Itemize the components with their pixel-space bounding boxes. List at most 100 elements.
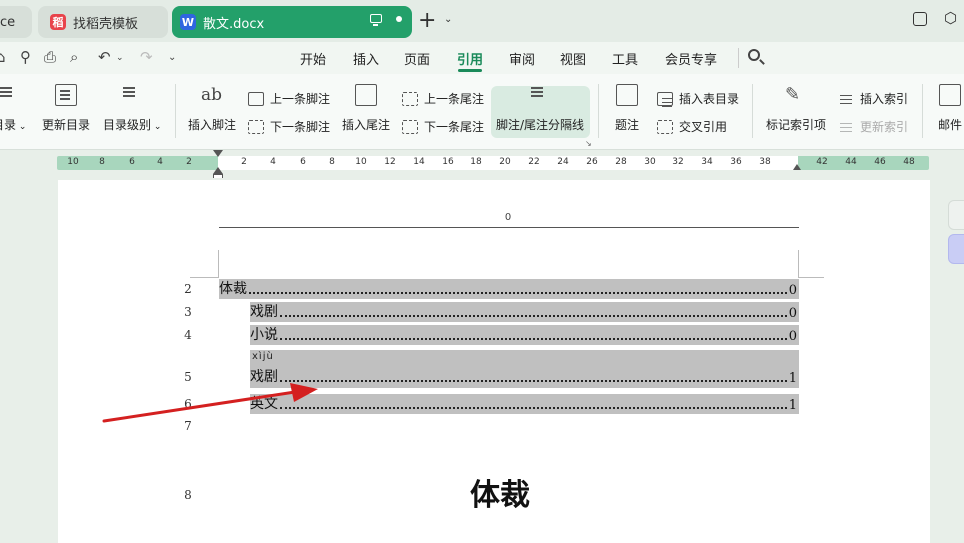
toc-entry-label: 戏剧 (250, 304, 278, 320)
prev-footnote-button[interactable]: 上一条脚注 (248, 90, 330, 107)
next-footnote-icon (248, 119, 264, 134)
window-restore-icon[interactable] (913, 12, 927, 26)
section-heading[interactable]: 体裁 (470, 470, 530, 514)
chevron-down-icon[interactable]: ⌄ (444, 14, 452, 25)
crop-mark (798, 250, 799, 277)
line-number: 8 (184, 488, 192, 502)
prev-endnote-button[interactable]: 上一条尾注 (402, 90, 484, 107)
tab-templates[interactable]: 稻 找稻壳模板 (38, 6, 168, 38)
toc-entry-page: 0 (788, 329, 797, 344)
next-footnote-button[interactable]: 下一条脚注 (248, 118, 330, 135)
mail-icon (939, 84, 961, 106)
crop-mark (798, 277, 824, 278)
next-endnote-label: 下一条尾注 (424, 120, 485, 134)
mail-button[interactable]: 邮件 (938, 84, 962, 133)
dialog-launcher-icon[interactable]: ↘ (585, 139, 592, 148)
insert-endnote-label: 插入尾注 (342, 118, 391, 132)
insert-index-button[interactable]: 插入索引 (838, 90, 908, 107)
hanging-indent-marker[interactable] (213, 167, 223, 174)
ruler-number: 8 (329, 157, 335, 167)
toc-entry-page: 0 (788, 283, 797, 298)
line-number: 4 (184, 328, 192, 342)
ruler-number: 42 (816, 157, 828, 167)
undo-dropdown-chevron-icon[interactable]: ⌄ (116, 53, 124, 63)
menu-references[interactable]: 引用 (457, 49, 483, 68)
caption-button[interactable]: 题注 (615, 84, 639, 133)
cross-reference-button[interactable]: 交叉引用 (657, 118, 727, 135)
menu-row: ⌂ ⚲ ⎙ ⌕ ↶ ⌄ ↷ ⌄ 开始 插入 页面 引用 审阅 视图 工具 会员专… (0, 42, 964, 74)
folder-icon[interactable]: ⌂ (0, 48, 6, 66)
footnote-separator-button[interactable]: 脚注/尾注分隔线 (496, 84, 584, 133)
next-endnote-icon (402, 119, 418, 134)
crop-mark (190, 277, 219, 278)
line-number: 2 (184, 282, 192, 296)
right-indent-marker[interactable] (793, 164, 801, 170)
prev-footnote-icon (248, 91, 264, 106)
toc-level-button[interactable]: 目录级别 ⌄ (103, 84, 161, 133)
ribbon-divider (175, 84, 176, 138)
side-panel-tab-active[interactable] (948, 234, 964, 264)
menu-review[interactable]: 审阅 (509, 49, 535, 68)
toc-leader (249, 292, 787, 294)
ruler-number: 36 (730, 157, 742, 167)
monitor-icon[interactable] (370, 14, 382, 26)
update-index-button[interactable]: 更新索引 (838, 118, 908, 135)
ruler-number: 26 (586, 157, 598, 167)
tab-document[interactable]: W 散文.docx (172, 6, 412, 38)
print-icon[interactable]: ⎙ (44, 48, 56, 66)
menu-home[interactable]: 开始 (300, 49, 326, 68)
menu-page[interactable]: 页面 (404, 49, 430, 68)
toc-entry[interactable]: 戏剧 1 (250, 367, 799, 387)
ruler-number: 46 (874, 157, 886, 167)
toc-entry-page: 0 (788, 306, 797, 321)
toc-entry[interactable]: 英文 1 (250, 394, 799, 414)
toc-entry[interactable]: 小说 0 (250, 325, 799, 345)
prev-footnote-label: 上一条脚注 (270, 92, 331, 106)
crop-mark (218, 250, 219, 277)
line-number: 3 (184, 305, 192, 319)
insert-table-of-figures-button[interactable]: 插入表目录 (657, 90, 739, 107)
toc-entry[interactable]: 体裁 0 (219, 279, 799, 299)
ruler-number: 2 (186, 157, 192, 167)
toc-leader (280, 407, 787, 409)
menu-member[interactable]: 会员专享 (665, 49, 717, 68)
menu-view[interactable]: 视图 (560, 49, 586, 68)
menu-tools[interactable]: 工具 (612, 49, 638, 68)
toc-button[interactable]: 目录 ⌄ (0, 84, 26, 133)
mark-index-entry-button[interactable]: ✎ 标记索引项 (766, 84, 826, 133)
insert-footnote-button[interactable]: ab 插入脚注 (188, 84, 236, 133)
search-icon[interactable] (748, 49, 760, 61)
update-toc-button[interactable]: 更新目录 (42, 84, 90, 133)
tab-partial[interactable]: ce (0, 6, 32, 38)
ruler-number: 24 (557, 157, 569, 167)
undo-icon[interactable]: ↶ (98, 48, 111, 66)
toc-entry[interactable]: 戏剧 0 (250, 302, 799, 322)
cube-icon[interactable]: ⬡ (944, 9, 958, 27)
toc-entry-label: 小说 (250, 327, 278, 343)
footnote-icon: ab (201, 85, 223, 105)
ribbon-divider (752, 84, 753, 138)
line-number: 6 (184, 397, 192, 411)
prev-endnote-label: 上一条尾注 (424, 92, 485, 106)
menu-active-indicator (458, 69, 482, 72)
new-tab-plus-icon[interactable]: + (418, 10, 436, 32)
pin-icon[interactable]: ⚲ (20, 48, 31, 66)
menu-insert[interactable]: 插入 (353, 49, 379, 68)
next-endnote-button[interactable]: 下一条尾注 (402, 118, 484, 135)
tab-label: 散文.docx (203, 16, 265, 32)
side-panel-tab[interactable] (948, 200, 964, 230)
insert-index-icon (838, 92, 854, 106)
insert-index-label: 插入索引 (860, 92, 909, 106)
ruler-number: 44 (845, 157, 857, 167)
more-chevron-icon[interactable]: ⌄ (168, 52, 176, 63)
first-line-indent-marker[interactable] (213, 150, 223, 157)
toc-level-icon (121, 84, 143, 106)
prev-endnote-icon (402, 91, 418, 106)
ruler-number: 28 (615, 157, 627, 167)
print-preview-icon[interactable]: ⌕ (70, 48, 78, 66)
toc-entry-page: 1 (788, 398, 797, 413)
word-logo-icon: W (180, 14, 196, 30)
ruler-number: 30 (644, 157, 656, 167)
redo-icon[interactable]: ↷ (140, 48, 153, 66)
insert-endnote-button[interactable]: 插入尾注 (342, 84, 390, 133)
